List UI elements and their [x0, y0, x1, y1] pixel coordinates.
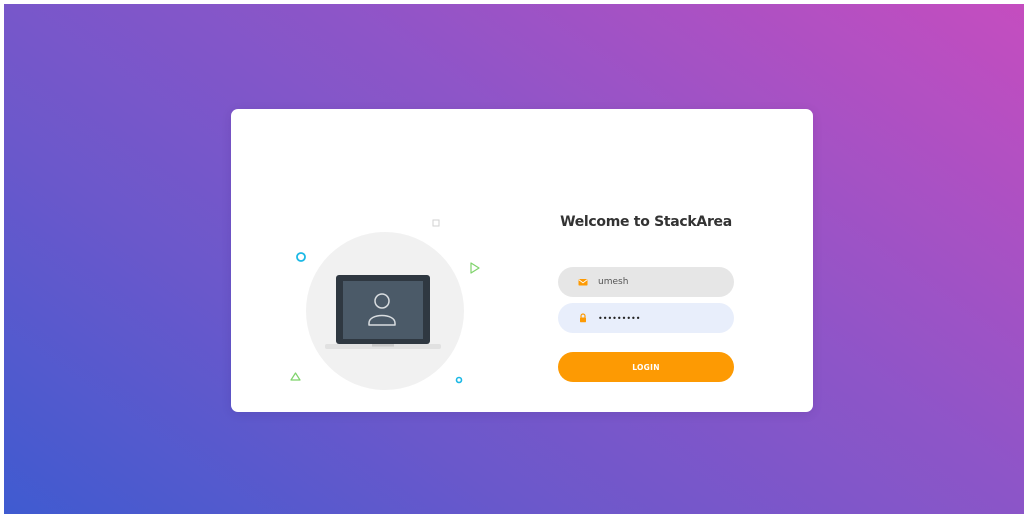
laptop-notch	[372, 344, 394, 347]
envelope-icon	[578, 279, 588, 286]
laptop-icon	[325, 275, 441, 349]
login-card: Welcome to StackArea LOGIN	[231, 109, 813, 412]
triangle-icon	[290, 372, 301, 381]
login-button[interactable]: LOGIN	[558, 352, 734, 382]
small-circle-icon	[455, 376, 463, 384]
illustration-graphic	[290, 219, 480, 390]
square-icon	[432, 219, 440, 227]
laptop-screen	[343, 281, 423, 339]
illustration	[231, 109, 531, 412]
circle-icon	[296, 252, 306, 262]
password-field[interactable]	[558, 303, 734, 333]
lock-icon	[580, 313, 586, 323]
email-input[interactable]	[598, 267, 723, 297]
password-input[interactable]	[598, 303, 723, 333]
gradient-background: Welcome to StackArea LOGIN	[4, 4, 1024, 514]
login-title: Welcome to StackArea	[560, 214, 732, 230]
login-form: Welcome to StackArea LOGIN	[558, 109, 734, 412]
play-triangle-icon	[470, 262, 480, 274]
email-field[interactable]	[558, 267, 734, 297]
